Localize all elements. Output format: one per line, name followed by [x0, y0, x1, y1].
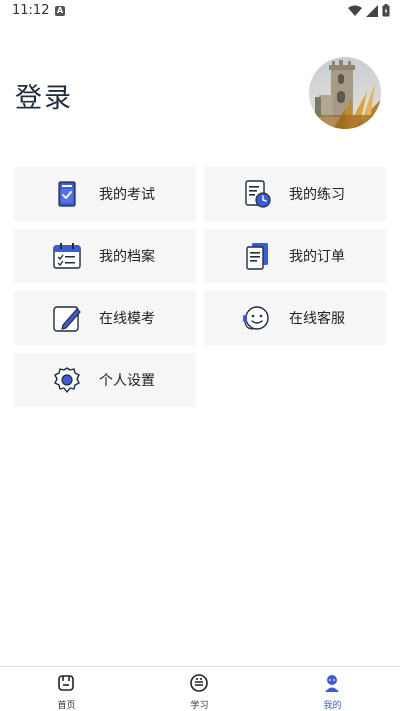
notification-icon: A [55, 6, 65, 16]
order-icon [246, 243, 268, 270]
menu-label: 我的练习 [289, 187, 345, 203]
tab-study[interactable]: 学习 [133, 667, 266, 711]
tab-label: 我的 [323, 701, 342, 711]
home-icon [58, 675, 74, 691]
menu-label: 个人设置 [99, 373, 155, 389]
tab-mine[interactable]: 我的 [266, 667, 399, 711]
status-bar: 11:12 A [0, 0, 400, 24]
profile-icon [325, 675, 339, 692]
gear-icon [54, 367, 80, 393]
study-icon [190, 674, 208, 692]
menu-label: 在线客服 [289, 311, 345, 327]
tab-label: 学习 [190, 701, 209, 711]
practice-icon [245, 180, 271, 208]
menu-my-exams[interactable]: 我的考试 [14, 167, 196, 221]
headset-icon [243, 306, 269, 330]
signal-icon [366, 4, 378, 17]
avatar[interactable] [309, 57, 381, 129]
wifi-icon [348, 5, 362, 16]
tab-home[interactable]: 首页 [0, 667, 133, 711]
menu-personal-settings[interactable]: 个人设置 [14, 353, 196, 407]
battery-icon [382, 4, 390, 17]
menu-my-records[interactable]: 我的档案 [14, 229, 196, 283]
menu-label: 我的档案 [99, 249, 155, 265]
status-time: 11:12 [12, 3, 50, 18]
menu-my-orders[interactable]: 我的订单 [204, 229, 386, 283]
exam-icon [58, 181, 76, 207]
status-icons [348, 4, 390, 17]
menu-online-service[interactable]: 在线客服 [204, 291, 386, 345]
avatar-image [309, 57, 381, 129]
menu-label: 在线模考 [99, 311, 155, 327]
bottom-tab-bar: 首页 学习 我的 [0, 666, 400, 711]
pencil-icon [53, 306, 81, 332]
tab-label: 首页 [57, 701, 76, 711]
menu-label: 我的考试 [99, 187, 155, 203]
login-link[interactable]: 登录 [15, 76, 73, 115]
menu-online-mock-exam[interactable]: 在线模考 [14, 291, 196, 345]
menu-label: 我的订单 [289, 249, 345, 265]
menu-my-practice[interactable]: 我的练习 [204, 167, 386, 221]
calendar-icon [53, 243, 81, 269]
